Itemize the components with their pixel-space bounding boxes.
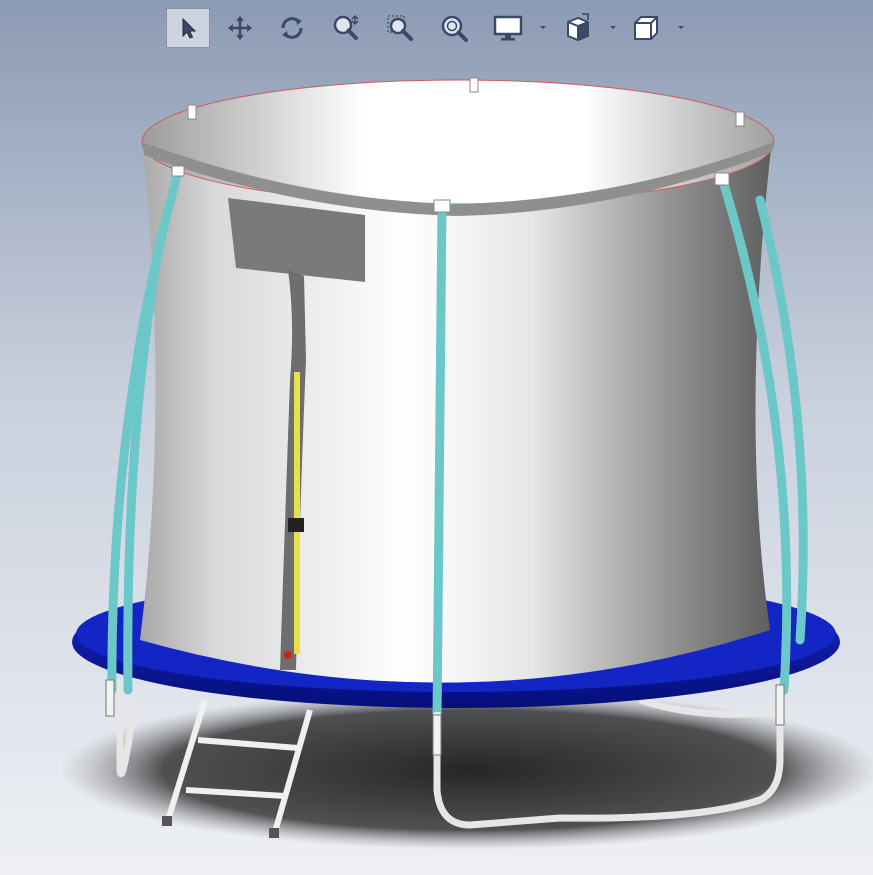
ladder-foot xyxy=(162,816,172,826)
zipper-pull xyxy=(288,518,304,532)
pole-cap xyxy=(735,111,745,127)
pole-cap xyxy=(171,165,185,177)
enclosure-pole xyxy=(432,200,447,725)
pole-cap xyxy=(187,104,197,120)
enclosure-top-opening xyxy=(141,79,775,205)
ladder-foot xyxy=(269,828,279,838)
leg-joint xyxy=(432,714,442,756)
pole-cap xyxy=(469,77,479,93)
graphics-viewport[interactable] xyxy=(0,0,873,875)
zipper-end xyxy=(284,651,292,659)
pole-cap xyxy=(433,199,451,213)
leg-joint xyxy=(775,684,785,726)
enclosure-pole xyxy=(755,195,808,645)
leg-joint xyxy=(105,679,115,717)
zipper xyxy=(294,372,300,654)
pole-cap xyxy=(714,172,730,186)
